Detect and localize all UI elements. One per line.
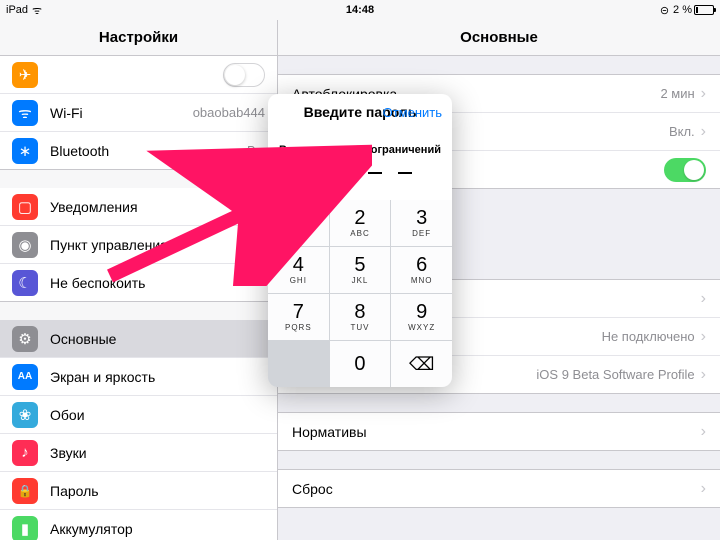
sidebar-item-wallpaper[interactable]: ❀ Обои <box>0 396 277 434</box>
bluetooth-icon: ∗ <box>12 138 38 164</box>
wifi-icon: ᯤ <box>32 3 42 18</box>
sidebar-title: Настройки <box>0 20 277 56</box>
sidebar-item-general[interactable]: ⚙ Основные <box>0 320 277 358</box>
key-2[interactable]: 2ABC <box>330 200 391 246</box>
moon-icon: ☾ <box>12 270 38 296</box>
key-8[interactable]: 8TUV <box>330 294 391 340</box>
sidebar-item-display[interactable]: AA Экран и яркость <box>0 358 277 396</box>
chevron-right-icon: › <box>701 123 706 141</box>
detail-row-reset[interactable]: Сброс › <box>278 470 720 508</box>
key-1[interactable]: 1 <box>268 200 329 246</box>
wallpaper-icon: ❀ <box>12 402 38 428</box>
chevron-right-icon: › <box>701 290 706 308</box>
control-center-icon: ◉ <box>12 232 38 258</box>
lock-icon: 🔒 <box>12 478 38 504</box>
sidebar-item-bluetooth[interactable]: ∗ Bluetooth Вы <box>0 132 277 170</box>
key-4[interactable]: 4GHI <box>268 247 329 293</box>
key-0[interactable]: 0 <box>330 341 391 387</box>
key-blank <box>268 341 329 387</box>
sidebar-item-label: Не беспокоить <box>50 275 145 291</box>
passcode-dots <box>268 172 452 174</box>
sidebar-item-label: Аккумулятор <box>50 521 133 537</box>
sidebar-item-notifications[interactable]: ▢ Уведомления <box>0 188 277 226</box>
sounds-icon: ♪ <box>12 440 38 466</box>
wifi-value: obaobab444 <box>193 105 265 120</box>
key-9[interactable]: 9WXYZ <box>391 294 452 340</box>
device-label: iPad <box>6 4 28 16</box>
key-5[interactable]: 5JKL <box>330 247 391 293</box>
chevron-right-icon: › <box>701 423 706 441</box>
cancel-button[interactable]: Отменить <box>383 105 442 120</box>
sidebar-item-airplane[interactable]: ✈ <box>0 56 277 94</box>
key-backspace[interactable]: ⌫ <box>391 341 452 387</box>
sidebar-item-label: Уведомления <box>50 199 138 215</box>
sidebar-item-label: Wi-Fi <box>50 105 83 121</box>
numeric-keypad: 1 2ABC 3DEF 4GHI 5JKL 6MNO 7PQRS 8TUV 9W… <box>268 200 452 387</box>
sidebar-item-label: Bluetooth <box>50 143 109 159</box>
sidebar-item-control-center[interactable]: ◉ Пункт управления <box>0 226 277 264</box>
wifi-icon: ᯤ <box>12 100 38 126</box>
airplane-icon: ✈ <box>12 62 38 88</box>
key-3[interactable]: 3DEF <box>391 200 452 246</box>
settings-sidebar: Настройки ✈ ᯤ Wi-Fi obaobab444 ∗ Bluetoo… <box>0 20 278 540</box>
sidebar-item-wifi[interactable]: ᯤ Wi-Fi obaobab444 <box>0 94 277 132</box>
notifications-icon: ▢ <box>12 194 38 220</box>
backspace-icon: ⌫ <box>409 354 434 375</box>
toggle-switch[interactable] <box>664 158 706 182</box>
sidebar-item-battery[interactable]: ▮ Аккумулятор <box>0 510 277 540</box>
modal-prompt: Введите пароль ограничений <box>268 144 452 156</box>
sidebar-item-label: Пункт управления <box>50 237 168 253</box>
bluetooth-value: Вы <box>247 143 265 158</box>
sidebar-item-label: Пароль <box>50 483 99 499</box>
display-icon: AA <box>12 364 38 390</box>
sidebar-item-label: Основные <box>50 331 116 347</box>
chevron-right-icon: › <box>701 85 706 103</box>
chevron-right-icon: › <box>701 328 706 346</box>
sidebar-item-sounds[interactable]: ♪ Звуки <box>0 434 277 472</box>
clock: 14:48 <box>346 4 374 16</box>
sidebar-item-label: Обои <box>50 407 85 423</box>
detail-title: Основные <box>278 20 720 56</box>
detail-row-regulatory[interactable]: Нормативы › <box>278 413 720 451</box>
key-7[interactable]: 7PQRS <box>268 294 329 340</box>
battery-menu-icon: ▮ <box>12 516 38 540</box>
sidebar-item-label: Экран и яркость <box>50 369 155 385</box>
sidebar-item-label: Звуки <box>50 445 87 461</box>
battery-percent: 2 % <box>673 4 692 16</box>
chevron-right-icon: › <box>701 366 706 384</box>
status-bar: iPad ᯤ 14:48 ⊝ 2 % <box>0 0 720 20</box>
key-6[interactable]: 6MNO <box>391 247 452 293</box>
battery-icon <box>694 5 714 15</box>
passcode-modal: Введите пароль Отменить Введите пароль о… <box>268 94 452 387</box>
gear-icon: ⚙ <box>12 326 38 352</box>
sidebar-item-dnd[interactable]: ☾ Не беспокоить <box>0 264 277 302</box>
sidebar-item-passcode[interactable]: 🔒 Пароль <box>0 472 277 510</box>
airplane-toggle[interactable] <box>223 63 265 87</box>
dnd-icon: ⊝ <box>660 4 669 17</box>
chevron-right-icon: › <box>701 480 706 498</box>
